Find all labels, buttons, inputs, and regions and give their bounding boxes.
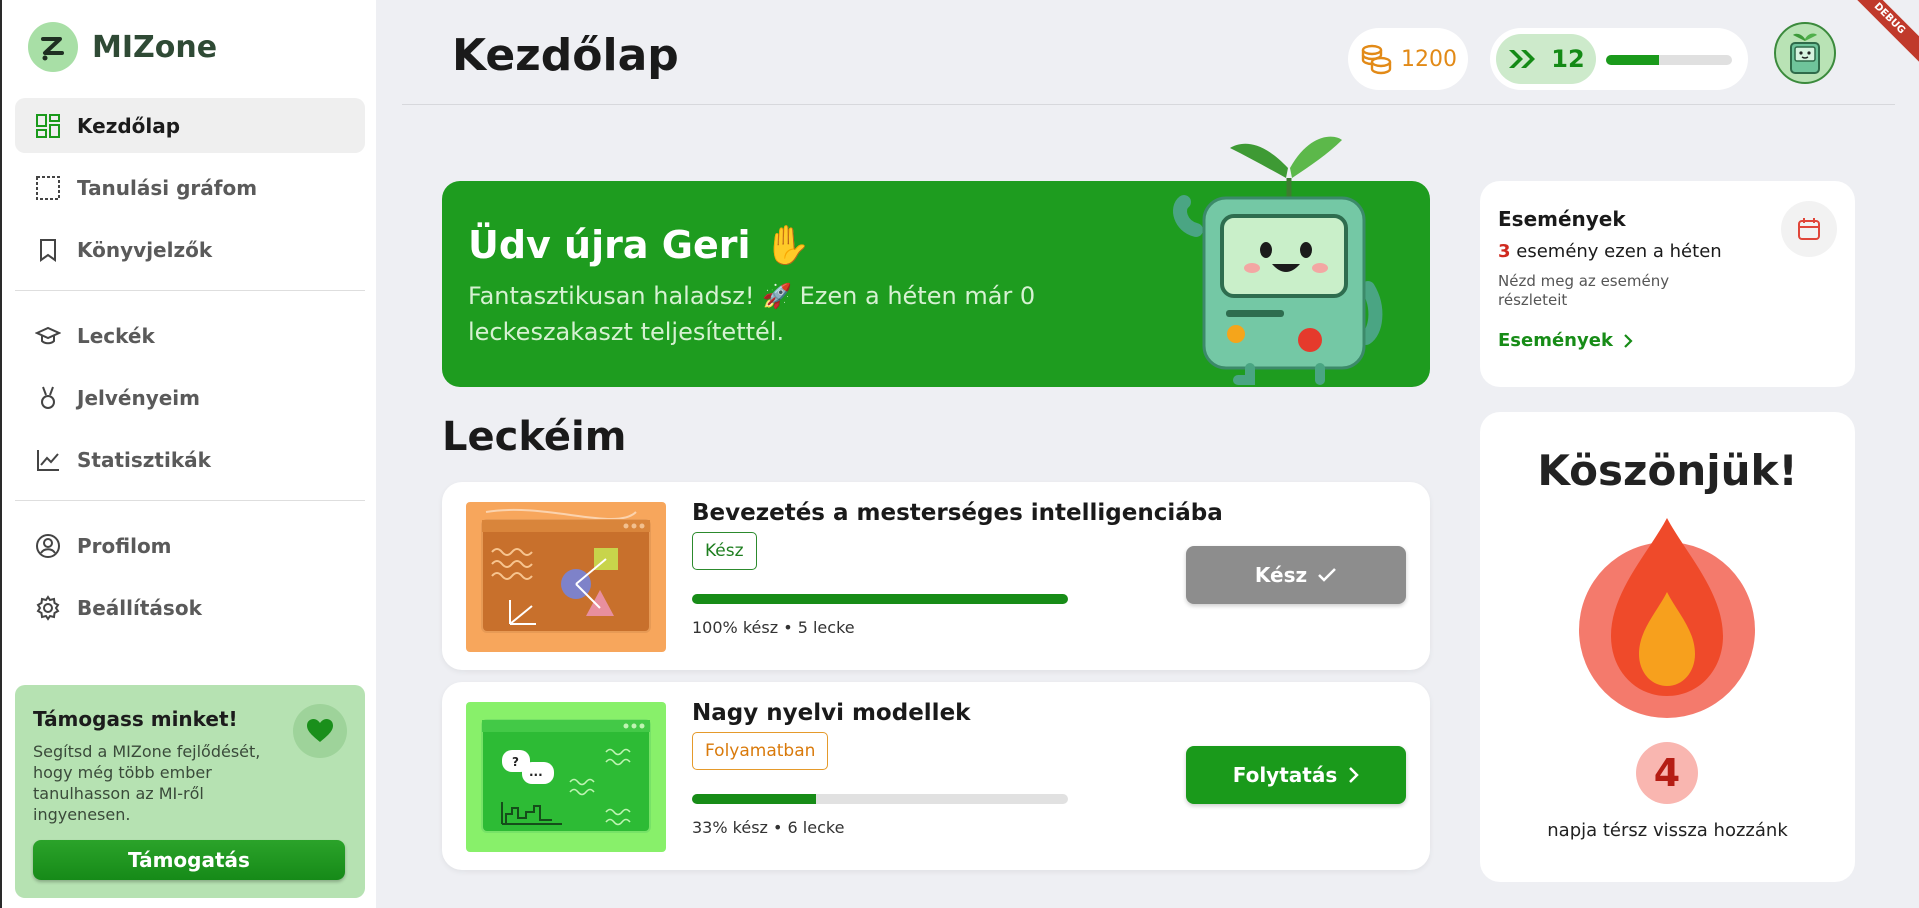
bookmark-icon [35,237,61,263]
svg-text:...: ... [529,765,543,779]
chevron-right-icon [1623,333,1633,349]
xp-widget[interactable]: 12 [1490,28,1748,90]
course-progress-fill [692,794,817,804]
xp-progress-fill [1606,55,1659,65]
sidebar-item-label: Statisztikák [77,447,211,472]
logo-icon [28,22,78,72]
sidebar-item-label: Profilom [77,533,172,558]
lessons-title: Leckéim [442,414,627,460]
events-count-text: esemény ezen a héten [1510,241,1722,262]
course-progress-bar [692,594,1068,604]
events-description: Nézd meg az esemény részleteit [1498,272,1670,309]
svg-text:?: ? [512,755,519,769]
course-progress-fill [692,594,1068,604]
sidebar-item-label: Jelvényeim [77,385,200,410]
divider [15,290,365,291]
thanks-title: Köszönjük! [1537,446,1798,495]
course-thumbnail: ? ... [466,702,666,852]
course-meta: 100% kész • 5 lecke [692,618,855,637]
dashboard-icon [35,113,61,139]
xp-progress-bar [1606,55,1732,65]
events-card: Események 3 esemény ezen a héten Nézd me… [1480,181,1855,387]
sidebar-item-profile[interactable]: Profilom [15,518,365,573]
robot-mascot-icon [1170,118,1390,392]
course-card[interactable]: ? ... Nagy nyelvi modellek Folyamatban 3… [442,682,1430,870]
sidebar-item-label: Tanulási gráfom [77,175,258,200]
completed-button[interactable]: Kész [1186,546,1406,604]
events-number: 3 [1498,241,1511,262]
coin-count: 1200 [1401,46,1457,72]
streak-text: napja térsz vissza hozzánk [1547,820,1788,841]
sidebar-item-home[interactable]: Kezdőlap [15,98,365,153]
course-card[interactable]: Bevezetés a mesterséges intelligenciába … [442,482,1430,670]
line-chart-icon [35,447,61,473]
status-badge: Kész [692,532,757,570]
chevrons-right-icon [1507,48,1539,70]
streak-count: 4 [1636,742,1698,804]
sidebar-item-settings[interactable]: Beállítások [15,580,365,635]
welcome-text: Fantasztikusan haladsz! 🚀 Ezen a héten m… [468,282,1036,346]
sidebar-item-label: Beállítások [77,595,202,620]
page-title: Kezdőlap [452,30,679,81]
sidebar-item-bookmarks[interactable]: Könyvjelzők [15,222,365,277]
xp-pill: 12 [1496,34,1596,84]
events-link-label: Események [1498,330,1613,351]
graduation-cap-icon [35,323,61,349]
coin-balance[interactable]: 1200 [1348,28,1468,90]
sidebar-item-lessons[interactable]: Leckék [15,308,365,363]
course-title: Bevezetés a mesterséges intelligenciába [692,500,1223,526]
course-progress-bar [692,794,1068,804]
button-label: Kész [1254,563,1308,587]
medal-icon [35,385,61,411]
events-link[interactable]: Események [1498,330,1837,351]
brand[interactable]: MIZone [28,22,217,72]
support-text: Segítsd a MIZone fejlődését, hogy még tö… [33,742,261,824]
course-meta: 33% kész • 6 lecke [692,818,845,837]
brand-name: MIZone [92,29,218,65]
main-nav: Kezdőlap Tanulási gráfom Könyvjelzők Lec… [15,98,365,642]
sidebar: MIZone Kezdőlap Tanulási gráfom Könyvjel… [0,0,376,908]
gear-icon [35,594,61,621]
course-title: Nagy nyelvi modellek [692,700,971,726]
divider [15,500,365,501]
checkmark-icon [1317,567,1337,583]
xp-count: 12 [1551,45,1585,73]
streak-card: Köszönjük! 4 napja térsz vissza hozzánk [1480,412,1855,882]
support-button[interactable]: Támogatás [33,840,345,880]
course-thumbnail [466,502,666,652]
button-label: Folytatás [1232,763,1338,787]
coins-icon [1359,43,1393,75]
calendar-icon[interactable] [1781,201,1837,257]
graph-frame-icon [35,175,61,201]
heart-icon [293,704,347,758]
user-circle-icon [35,533,61,559]
top-bar: Kezdőlap 1200 12 [402,0,1895,105]
sidebar-item-learning-graph[interactable]: Tanulási gráfom [15,160,365,215]
chevron-right-icon [1347,766,1360,784]
sidebar-item-statistics[interactable]: Statisztikák [15,432,365,487]
continue-button[interactable]: Folytatás [1186,746,1406,804]
support-card: Támogass minket! Segítsd a MIZone fejlőd… [15,685,365,898]
flame-icon [1575,512,1760,726]
status-badge: Folyamatban [692,732,829,770]
sidebar-item-label: Kezdőlap [77,113,181,138]
avatar[interactable] [1774,22,1836,84]
sidebar-item-label: Leckék [77,323,155,348]
sidebar-item-badges[interactable]: Jelvényeim [15,370,365,425]
sidebar-item-label: Könyvjelzők [77,237,213,262]
